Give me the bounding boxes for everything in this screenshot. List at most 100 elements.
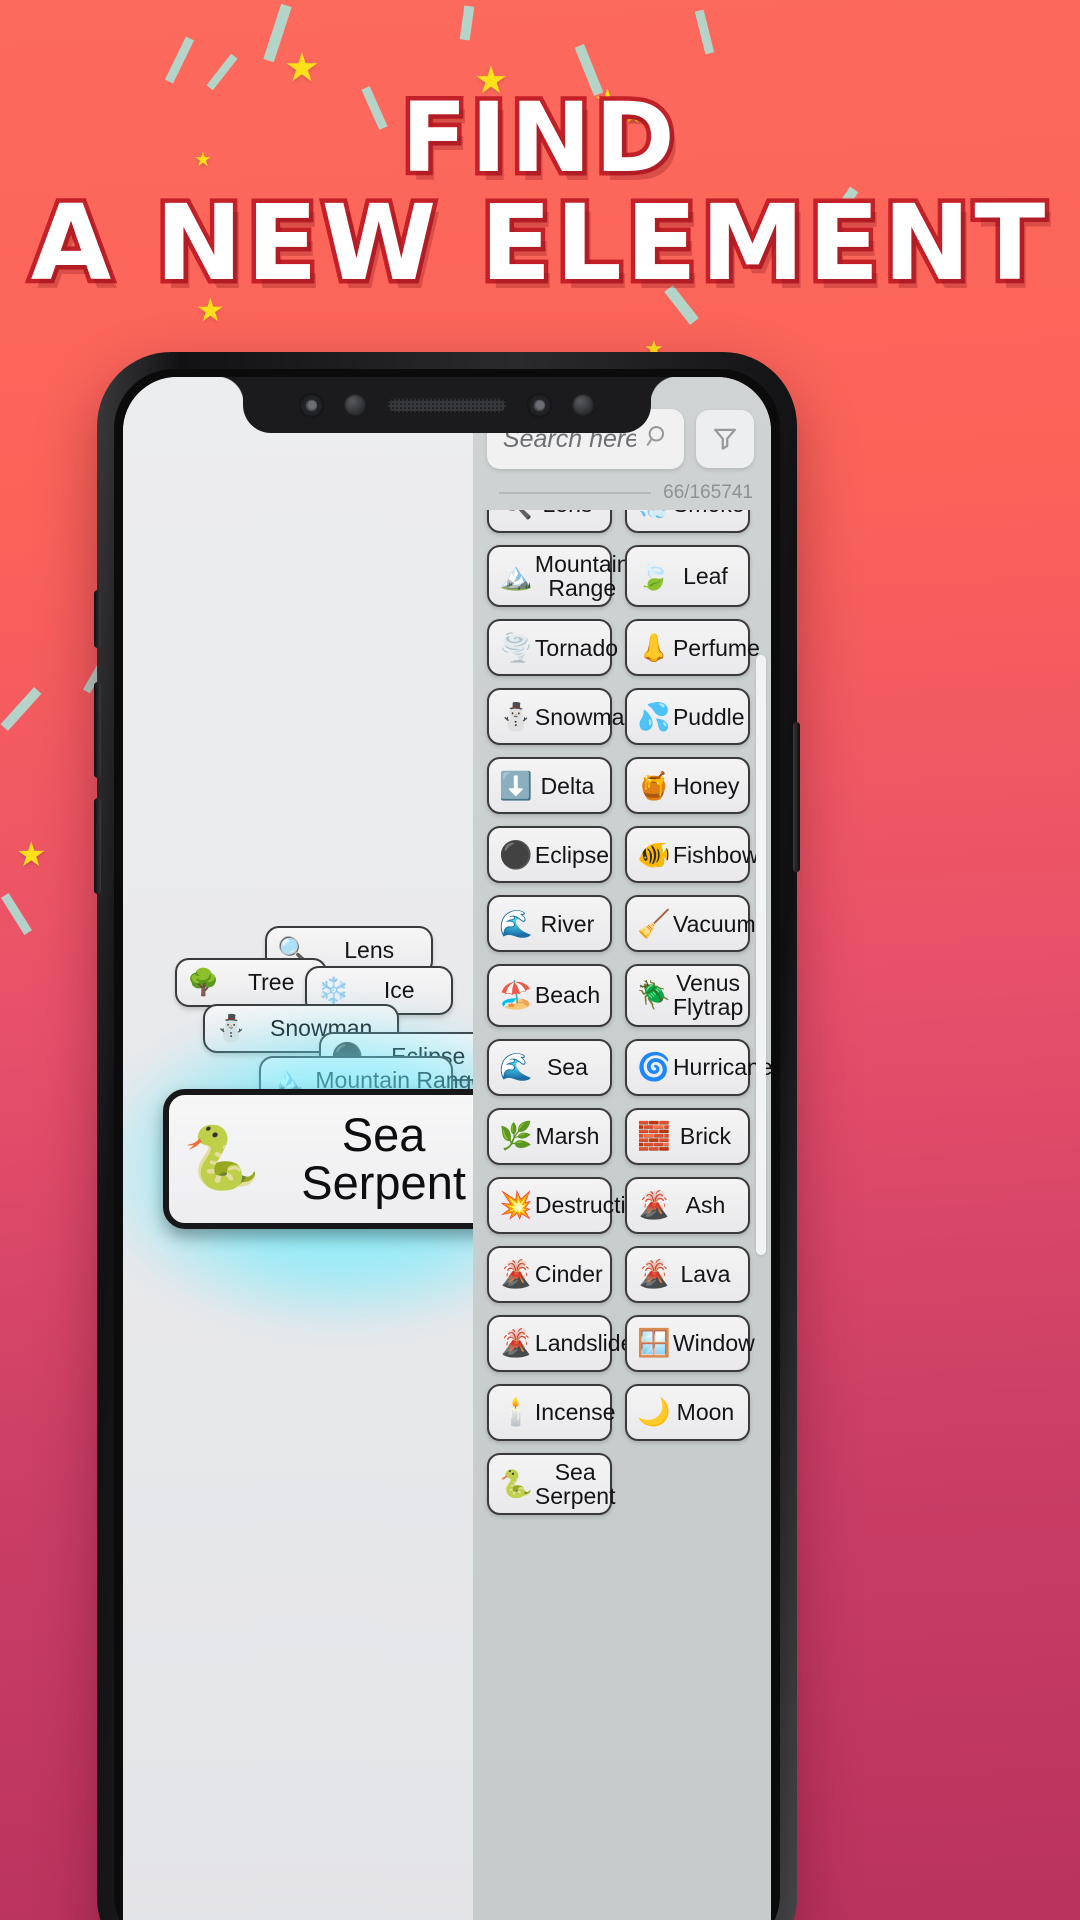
element-item[interactable]: 💥 Destruction bbox=[486, 1176, 651, 1234]
confetti-shard bbox=[206, 53, 238, 91]
page-title: FIND A NEW ELEMENT bbox=[0, 85, 1080, 299]
crescent-moon-emoji: 🌙 bbox=[637, 1397, 671, 1428]
element-item[interactable]: 💦 Puddle bbox=[624, 688, 750, 746]
phone-bezel: 🐍 SeaSerpent 🔍Lens🌳Tree❄️Ice⛄Snowman⚫Ecl… bbox=[114, 369, 780, 1920]
element-item[interactable]: 🌊 River bbox=[486, 895, 612, 953]
canvas-chip-label: Ice bbox=[383, 977, 415, 1004]
element-item-label: Tornado bbox=[534, 634, 619, 661]
tropical-fish-emoji: 🐠 bbox=[637, 839, 671, 870]
confetti-shard bbox=[164, 36, 195, 84]
volume-down-button[interactable] bbox=[94, 798, 101, 894]
element-canvas[interactable]: 🐍 SeaSerpent 🔍Lens🌳Tree❄️Ice⛄Snowman⚫Ecl… bbox=[123, 377, 473, 1920]
element-item[interactable]: 🐠 Fishbowl bbox=[624, 826, 764, 884]
confetti-shard bbox=[0, 687, 42, 731]
eclipse-emoji: ⚫ bbox=[499, 839, 533, 870]
element-item[interactable]: 🧱 Brick bbox=[624, 1107, 750, 1165]
confetti-shard bbox=[1, 892, 32, 936]
element-item[interactable]: 🌋 Lava bbox=[624, 1245, 750, 1303]
leaf-emoji: 🍃 bbox=[637, 561, 671, 592]
magnifier-emoji: 🔍 bbox=[497, 510, 535, 521]
tree-emoji: 🌳 bbox=[187, 967, 220, 997]
element-item[interactable]: 🌙 Moon bbox=[624, 1383, 750, 1441]
element-item[interactable]: 🧹 Vacuum bbox=[624, 895, 756, 953]
search-icon[interactable] bbox=[645, 424, 671, 455]
discovered-counter: 66/165741 bbox=[663, 482, 753, 503]
element-item[interactable]: ⛄ Snowman bbox=[486, 688, 637, 746]
discovery-card[interactable]: 🐍 Sea Serpent bbox=[163, 1089, 473, 1229]
element-item[interactable]: 🌪️ Tornado bbox=[486, 619, 618, 677]
ambient-light-sensor-icon bbox=[572, 393, 595, 417]
list-scrollbar[interactable] bbox=[755, 655, 766, 1255]
front-camera-icon bbox=[299, 392, 324, 418]
element-item-label: Leaf bbox=[683, 563, 728, 590]
beach-emoji: 🏖️ bbox=[499, 980, 533, 1011]
droplets-emoji: 💦 bbox=[637, 701, 671, 732]
element-item-label: Cinder bbox=[534, 1260, 603, 1287]
confetti-star: ★ bbox=[284, 46, 320, 90]
element-item[interactable]: 💨Smoke bbox=[624, 510, 750, 533]
smoke-emoji: 💨 bbox=[635, 510, 673, 521]
canvas-chip-label: Lens bbox=[344, 937, 395, 964]
tornado-emoji: 🌪️ bbox=[499, 632, 533, 663]
discovery-result[interactable]: 🐍 Sea Serpent bbox=[123, 1003, 473, 1333]
element-item[interactable]: ⚫ Eclipse bbox=[486, 826, 612, 884]
volcano-emoji: 🌋 bbox=[637, 1190, 671, 1221]
element-item[interactable]: 🌋 Landslide bbox=[486, 1314, 633, 1372]
collision-emoji: 💥 bbox=[499, 1190, 533, 1221]
element-item-label: Marsh bbox=[535, 1122, 600, 1149]
honey-pot-emoji: 🍯 bbox=[637, 770, 671, 801]
element-item[interactable]: 🌀 Hurricane bbox=[624, 1038, 771, 1096]
element-item-label: Lens bbox=[535, 510, 600, 517]
sea-serpent-emoji: 🐍 bbox=[499, 1468, 533, 1499]
element-item[interactable]: 🪟 Window bbox=[624, 1314, 755, 1372]
element-list-scroll[interactable]: 🔍Lens 💨Smoke 🏔️Mountain Range🍃 Leaf 🌪️Tornad… bbox=[473, 510, 771, 1920]
ir-camera-icon bbox=[527, 392, 552, 418]
snowflake-emoji: ❄️ bbox=[317, 975, 350, 1005]
mountain-emoji: 🏔️ bbox=[499, 561, 533, 592]
broom-emoji: 🧹 bbox=[637, 908, 671, 939]
volcano-emoji: 🌋 bbox=[499, 1259, 533, 1290]
element-item-label: Sea Serpent bbox=[534, 1458, 616, 1509]
element-item[interactable]: 🌊 Sea bbox=[486, 1038, 612, 1096]
power-button[interactable] bbox=[793, 722, 800, 872]
element-item-label: Brick bbox=[679, 1122, 732, 1149]
element-item[interactable]: 🌋 Cinder bbox=[486, 1245, 612, 1303]
element-item[interactable]: 🪲 Venus Flytrap bbox=[624, 964, 750, 1027]
confetti-shard bbox=[694, 9, 715, 55]
element-item[interactable]: 🍯 Honey bbox=[624, 757, 750, 815]
element-list: 🔍Lens 💨Smoke 🏔️Mountain Range🍃 Leaf 🌪️Tornad… bbox=[486, 510, 771, 1515]
phone-notch bbox=[217, 377, 651, 433]
element-item-label: Snowman bbox=[534, 703, 638, 730]
element-item[interactable]: 🏖️ Beach bbox=[486, 964, 612, 1027]
element-item[interactable]: 🍃 Leaf bbox=[624, 545, 750, 608]
element-item-label: Venus Flytrap bbox=[672, 970, 744, 1021]
cyclone-emoji: 🌀 bbox=[637, 1052, 671, 1083]
element-item[interactable]: 🌋 Ash bbox=[624, 1176, 750, 1234]
element-item-label: Moon bbox=[676, 1398, 735, 1425]
phone-mockup: 🐍 SeaSerpent 🔍Lens🌳Tree❄️Ice⛄Snowman⚫Ecl… bbox=[94, 352, 800, 1920]
beetle-emoji: 🪲 bbox=[637, 980, 671, 1011]
element-item[interactable]: 🏔️ Mountain Range bbox=[486, 545, 630, 608]
down-arrow-emoji: ⬇️ bbox=[499, 770, 533, 801]
mute-switch[interactable] bbox=[94, 590, 101, 648]
filter-button[interactable] bbox=[695, 410, 754, 468]
element-item-label: Honey bbox=[672, 772, 740, 799]
perfume-emoji: 👃 bbox=[637, 632, 671, 663]
element-item-label: Beach bbox=[534, 982, 601, 1009]
element-item[interactable]: ⬇️ Delta bbox=[486, 757, 612, 815]
canvas-chip-label: Tree bbox=[247, 969, 295, 996]
earpiece-speaker-icon bbox=[387, 397, 507, 413]
element-item[interactable]: 🔍Lens bbox=[486, 510, 612, 533]
element-item-label: River bbox=[540, 910, 595, 937]
volume-up-button[interactable] bbox=[94, 682, 101, 778]
element-item[interactable]: 👃 Perfume bbox=[624, 619, 760, 677]
element-item[interactable]: 🌿 Marsh bbox=[486, 1107, 612, 1165]
counter-divider bbox=[498, 492, 652, 494]
element-item-label: Eclipse bbox=[534, 841, 610, 868]
volcano-emoji: 🌋 bbox=[637, 1259, 671, 1290]
element-item[interactable]: 🐍 Sea Serpent bbox=[486, 1452, 615, 1515]
element-item[interactable]: 🕯️ Incense bbox=[486, 1383, 615, 1441]
element-item-label: Sea bbox=[546, 1053, 588, 1080]
confetti-star: ★ bbox=[16, 836, 47, 874]
element-item-label: Lava bbox=[680, 1260, 731, 1287]
